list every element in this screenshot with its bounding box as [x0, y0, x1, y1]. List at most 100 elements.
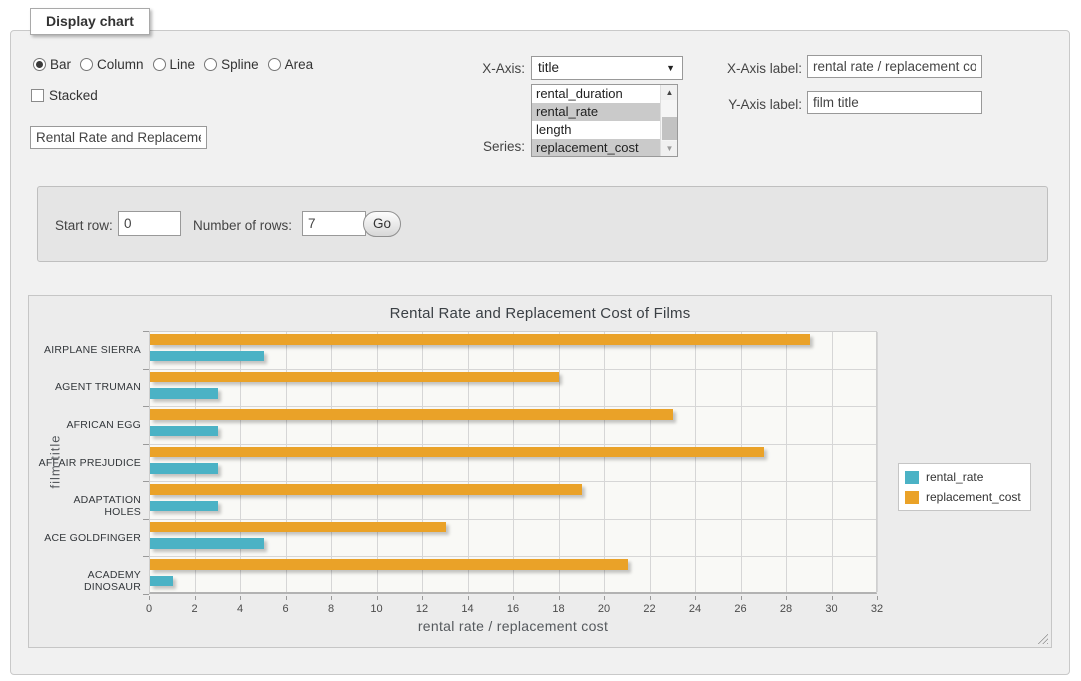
stacked-checkbox[interactable]: [31, 89, 44, 102]
x-tick-label: 0: [146, 603, 152, 615]
start-row-label: Start row:: [55, 218, 113, 234]
x-tick: [832, 596, 833, 600]
radio-icon[interactable]: [268, 58, 281, 71]
series-option-rental_rate[interactable]: rental_rate: [532, 103, 677, 121]
x-tick-label: 22: [643, 603, 655, 615]
x-tick: [604, 596, 605, 600]
gridline: [695, 332, 696, 592]
chart-type-radio-spline[interactable]: Spline: [204, 57, 259, 72]
chevron-down-icon: ▼: [666, 64, 675, 73]
bar-rental_rate: [150, 388, 218, 399]
category-label: AGENT TRUMAN: [35, 381, 141, 393]
x-tick: [149, 596, 150, 600]
x-tick: [559, 596, 560, 600]
gridline: [741, 332, 742, 592]
chart-title-input[interactable]: [30, 126, 207, 149]
chart-type-radio-line[interactable]: Line: [153, 57, 196, 72]
series-listbox[interactable]: rental_durationrental_ratelengthreplacem…: [531, 84, 678, 157]
category-label: ADAPTATION HOLES: [35, 494, 141, 518]
bar-rental_rate: [150, 501, 218, 512]
y-tick: [143, 594, 149, 595]
category-label: ACADEMY DINOSAUR: [35, 569, 141, 593]
x-tick: [331, 596, 332, 600]
x-tick-label: 30: [825, 603, 837, 615]
number-of-rows-label: Number of rows:: [193, 218, 292, 234]
gridline: [150, 556, 876, 557]
x-tick-label: 18: [552, 603, 564, 615]
y-axis-label-label: Y-Axis label:: [690, 97, 802, 113]
bar-replacement_cost: [150, 522, 446, 533]
category-label: AFRICAN EGG: [35, 419, 141, 431]
start-row-input[interactable]: [118, 211, 181, 236]
series-listbox-label: Series:: [420, 139, 525, 155]
radio-icon[interactable]: [204, 58, 217, 71]
chart-type-radio-bar[interactable]: Bar: [33, 57, 71, 72]
go-button[interactable]: Go: [363, 211, 401, 237]
x-tick: [695, 596, 696, 600]
listbox-scrollbar[interactable]: ▲ ▼: [660, 85, 677, 156]
series-option-replacement_cost[interactable]: replacement_cost: [532, 139, 677, 157]
x-axis-select[interactable]: title ▼: [531, 56, 683, 80]
y-tick: [143, 406, 149, 407]
row-controls-panel: [37, 186, 1048, 262]
number-of-rows-input[interactable]: [302, 211, 366, 236]
y-tick: [143, 369, 149, 370]
x-tick: [377, 596, 378, 600]
x-tick: [240, 596, 241, 600]
x-tick-label: 20: [598, 603, 610, 615]
series-option-rental_duration[interactable]: rental_duration: [532, 85, 677, 103]
fieldset-legend: Display chart: [30, 8, 150, 35]
legend-item-replacement_cost: replacement_cost: [905, 490, 1021, 504]
x-tick-label: 14: [461, 603, 473, 615]
x-tick: [468, 596, 469, 600]
gridline: [604, 332, 605, 592]
plot-area: [149, 331, 877, 594]
x-axis-label-input[interactable]: [807, 55, 982, 78]
x-tick-label: 32: [871, 603, 883, 615]
legend-label: rental_rate: [926, 470, 983, 484]
legend-swatch: [905, 471, 919, 484]
scrollbar-thumb[interactable]: [662, 117, 677, 140]
scroll-down-icon[interactable]: ▼: [661, 141, 678, 156]
gridline: [150, 406, 876, 407]
x-tick-label: 10: [370, 603, 382, 615]
x-tick: [513, 596, 514, 600]
chart-title: Rental Rate and Replacement Cost of Film…: [29, 305, 1051, 322]
gridline: [150, 444, 876, 445]
scroll-up-icon[interactable]: ▲: [661, 85, 678, 100]
category-label: ACE GOLDFINGER: [35, 532, 141, 544]
radio-label: Area: [285, 57, 314, 72]
x-tick: [877, 596, 878, 600]
radio-icon[interactable]: [153, 58, 166, 71]
radio-label: Spline: [221, 57, 259, 72]
legend-label: replacement_cost: [926, 490, 1021, 504]
x-axis-label-label: X-Axis label:: [690, 61, 802, 77]
resize-handle-icon[interactable]: [1037, 633, 1048, 644]
radio-icon[interactable]: [33, 58, 46, 71]
radio-label: Bar: [50, 57, 71, 72]
x-tick-label: 4: [237, 603, 243, 615]
x-tick-label: 28: [780, 603, 792, 615]
radio-icon[interactable]: [80, 58, 93, 71]
gridline: [150, 481, 876, 482]
stacked-option[interactable]: Stacked: [31, 88, 98, 103]
chart-type-radio-area[interactable]: Area: [268, 57, 314, 72]
x-tick-label: 6: [282, 603, 288, 615]
chart-x-axis-label: rental rate / replacement cost: [149, 618, 877, 634]
series-option-length[interactable]: length: [532, 121, 677, 139]
x-tick-label: 26: [734, 603, 746, 615]
gridline: [650, 332, 651, 592]
y-axis-label-input[interactable]: [807, 91, 982, 114]
gridline: [832, 332, 833, 592]
bar-replacement_cost: [150, 484, 582, 495]
bar-rental_rate: [150, 576, 173, 587]
gridline: [786, 332, 787, 592]
chart-type-radio-column[interactable]: Column: [80, 57, 144, 72]
x-tick-label: 12: [416, 603, 428, 615]
x-tick: [650, 596, 651, 600]
bar-replacement_cost: [150, 447, 764, 458]
x-tick-label: 8: [328, 603, 334, 615]
x-tick-label: 2: [191, 603, 197, 615]
x-tick: [741, 596, 742, 600]
bar-replacement_cost: [150, 334, 810, 345]
